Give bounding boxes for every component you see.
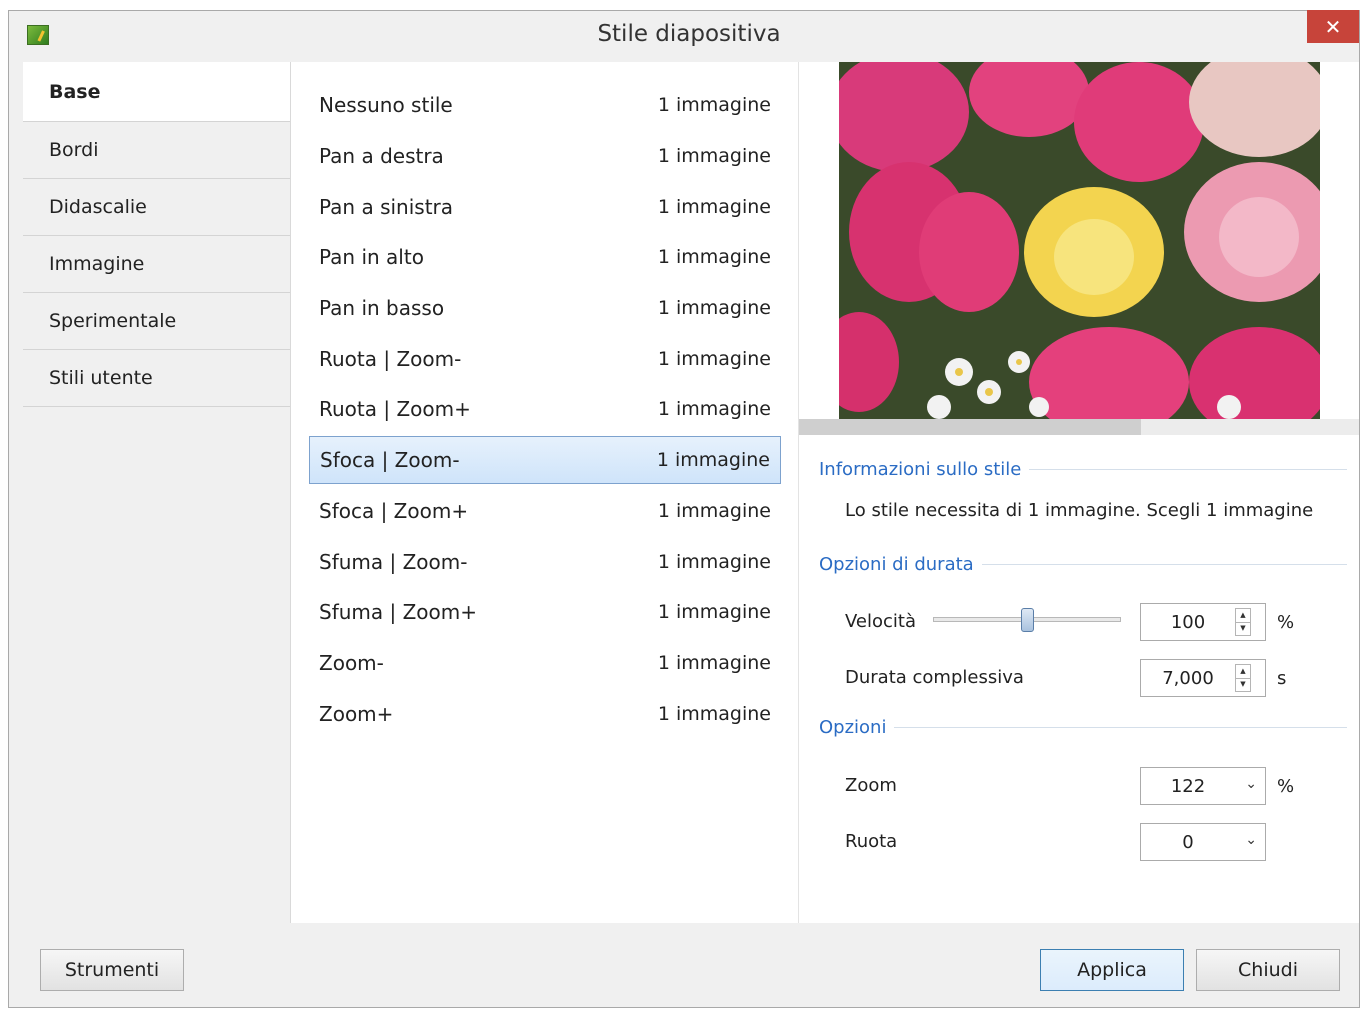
sidebar-item-didascalie[interactable]: Didascalie [23,179,290,236]
spin-up-icon[interactable]: ▲ [1236,665,1250,679]
list-item[interactable]: Sfuma | Zoom+ 1 immagine [309,588,781,636]
list-item[interactable]: Nessuno stile 1 immagine [309,81,781,129]
style-image-count: 1 immagine [657,398,771,420]
list-item[interactable]: Pan a destra 1 immagine [309,132,781,180]
style-name: Ruota | Zoom+ [319,397,471,421]
rotate-label: Ruota [845,831,898,852]
list-item[interactable]: Ruota | Zoom+ 1 immagine [309,385,781,433]
style-name: Pan a sinistra [319,195,454,219]
spin-up-icon[interactable]: ▲ [1236,609,1250,623]
zoom-select[interactable]: 122 ⌄ [1140,767,1266,805]
chevron-down-icon: ⌄ [1245,776,1257,792]
style-details-panel: Informazioni sullo stile Lo stile necess… [799,62,1359,923]
speed-unit: % [1277,612,1295,633]
rotate-value: 0 [1182,831,1194,853]
close-window-button[interactable]: ✕ [1307,10,1359,43]
zoom-label: Zoom [845,775,897,796]
close-icon: ✕ [1324,14,1342,39]
style-name: Sfoca | Zoom- [320,448,460,472]
preview-image [839,62,1320,419]
style-image-count: 1 immagine [656,449,770,471]
list-item[interactable]: Ruota | Zoom- 1 immagine [309,335,781,383]
preview-progress-bar[interactable] [799,419,1359,435]
style-image-count: 1 immagine [657,94,771,116]
style-name: Pan in alto [319,245,424,269]
speed-value: 100 [1170,611,1206,633]
speed-slider-thumb[interactable] [1021,608,1034,632]
rotate-select[interactable]: 0 ⌄ [1140,823,1266,861]
list-item[interactable]: Pan in alto 1 immagine [309,233,781,281]
options-section-title: Opzioni [819,716,887,738]
info-section-header: Informazioni sullo stile [819,458,1347,480]
speed-label: Velocità [845,611,916,632]
style-image-count: 1 immagine [657,297,771,319]
sidebar-item-stili-utente[interactable]: Stili utente [23,350,290,407]
list-item[interactable]: Zoom+ 1 immagine [309,690,781,738]
chevron-down-icon: ⌄ [1245,832,1257,848]
sidebar-item-label: Immagine [49,253,145,275]
style-name: Zoom- [319,651,384,675]
options-section-header: Opzioni [819,716,1347,738]
sidebar-item-bordi[interactable]: Bordi [23,122,290,179]
zoom-value: 122 [1170,775,1206,797]
list-item[interactable]: Pan in basso 1 immagine [309,284,781,332]
dialog-window: Stile diapositiva ✕ Base Bordi Didascali… [8,10,1360,1008]
style-image-count: 1 immagine [657,348,771,370]
apply-button[interactable]: Applica [1040,949,1184,991]
list-item[interactable]: Zoom- 1 immagine [309,639,781,687]
sidebar-item-label: Stili utente [49,367,153,389]
title-bar[interactable]: Stile diapositiva ✕ [9,10,1359,61]
duration-section-title: Opzioni di durata [819,553,974,575]
sidebar-item-label: Bordi [49,139,99,161]
list-item[interactable]: Sfoca | Zoom+ 1 immagine [309,487,781,535]
style-info-text: Lo stile necessita di 1 immagine. Scegli… [845,500,1314,521]
list-item[interactable]: Sfuma | Zoom- 1 immagine [309,538,781,586]
style-name: Ruota | Zoom- [319,347,462,371]
style-image-count: 1 immagine [657,246,771,268]
roses-preview-graphic [839,62,1320,419]
total-duration-label: Durata complessiva [845,667,1024,688]
category-sidebar: Base Bordi Didascalie Immagine Speriment… [23,62,291,923]
style-image-count: 1 immagine [657,196,771,218]
style-name: Pan a destra [319,144,444,168]
spin-down-icon[interactable]: ▼ [1236,623,1250,636]
style-name: Sfuma | Zoom- [319,550,468,574]
close-button[interactable]: Chiudi [1196,949,1340,991]
style-name: Sfuma | Zoom+ [319,600,478,624]
total-duration-value: 7,000 [1162,667,1214,689]
speed-stepper[interactable]: 100 ▲ ▼ [1140,603,1266,641]
style-name: Zoom+ [319,702,394,726]
style-image-count: 1 immagine [657,500,771,522]
style-name: Pan in basso [319,296,445,320]
preview-progress-fill [799,419,1141,435]
sidebar-item-sperimentale[interactable]: Sperimentale [23,293,290,350]
info-section-title: Informazioni sullo stile [819,458,1022,480]
tools-button[interactable]: Strumenti [40,949,184,991]
style-list: Nessuno stile 1 immagine Pan a destra 1 im… [291,62,799,923]
sidebar-item-label: Base [49,80,101,103]
sidebar-item-base[interactable]: Base [23,62,290,122]
sidebar-item-label: Didascalie [49,196,147,218]
total-duration-unit: s [1277,668,1287,689]
style-image-count: 1 immagine [657,145,771,167]
style-image-count: 1 immagine [657,601,771,623]
style-name: Sfoca | Zoom+ [319,499,469,523]
style-name: Nessuno stile [319,93,453,117]
window-title: Stile diapositiva [597,21,781,47]
spin-down-icon[interactable]: ▼ [1236,679,1250,692]
style-image-count: 1 immagine [657,703,771,725]
style-image-count: 1 immagine [657,652,771,674]
sidebar-item-immagine[interactable]: Immagine [23,236,290,293]
sidebar-item-label: Sperimentale [49,310,177,332]
list-item[interactable]: Pan a sinistra 1 immagine [309,183,781,231]
duration-section-header: Opzioni di durata [819,553,1347,575]
total-duration-stepper[interactable]: 7,000 ▲ ▼ [1140,659,1266,697]
list-item-selected[interactable]: Sfoca | Zoom- 1 immagine [309,436,781,484]
zoom-unit: % [1277,776,1295,797]
style-image-count: 1 immagine [657,551,771,573]
